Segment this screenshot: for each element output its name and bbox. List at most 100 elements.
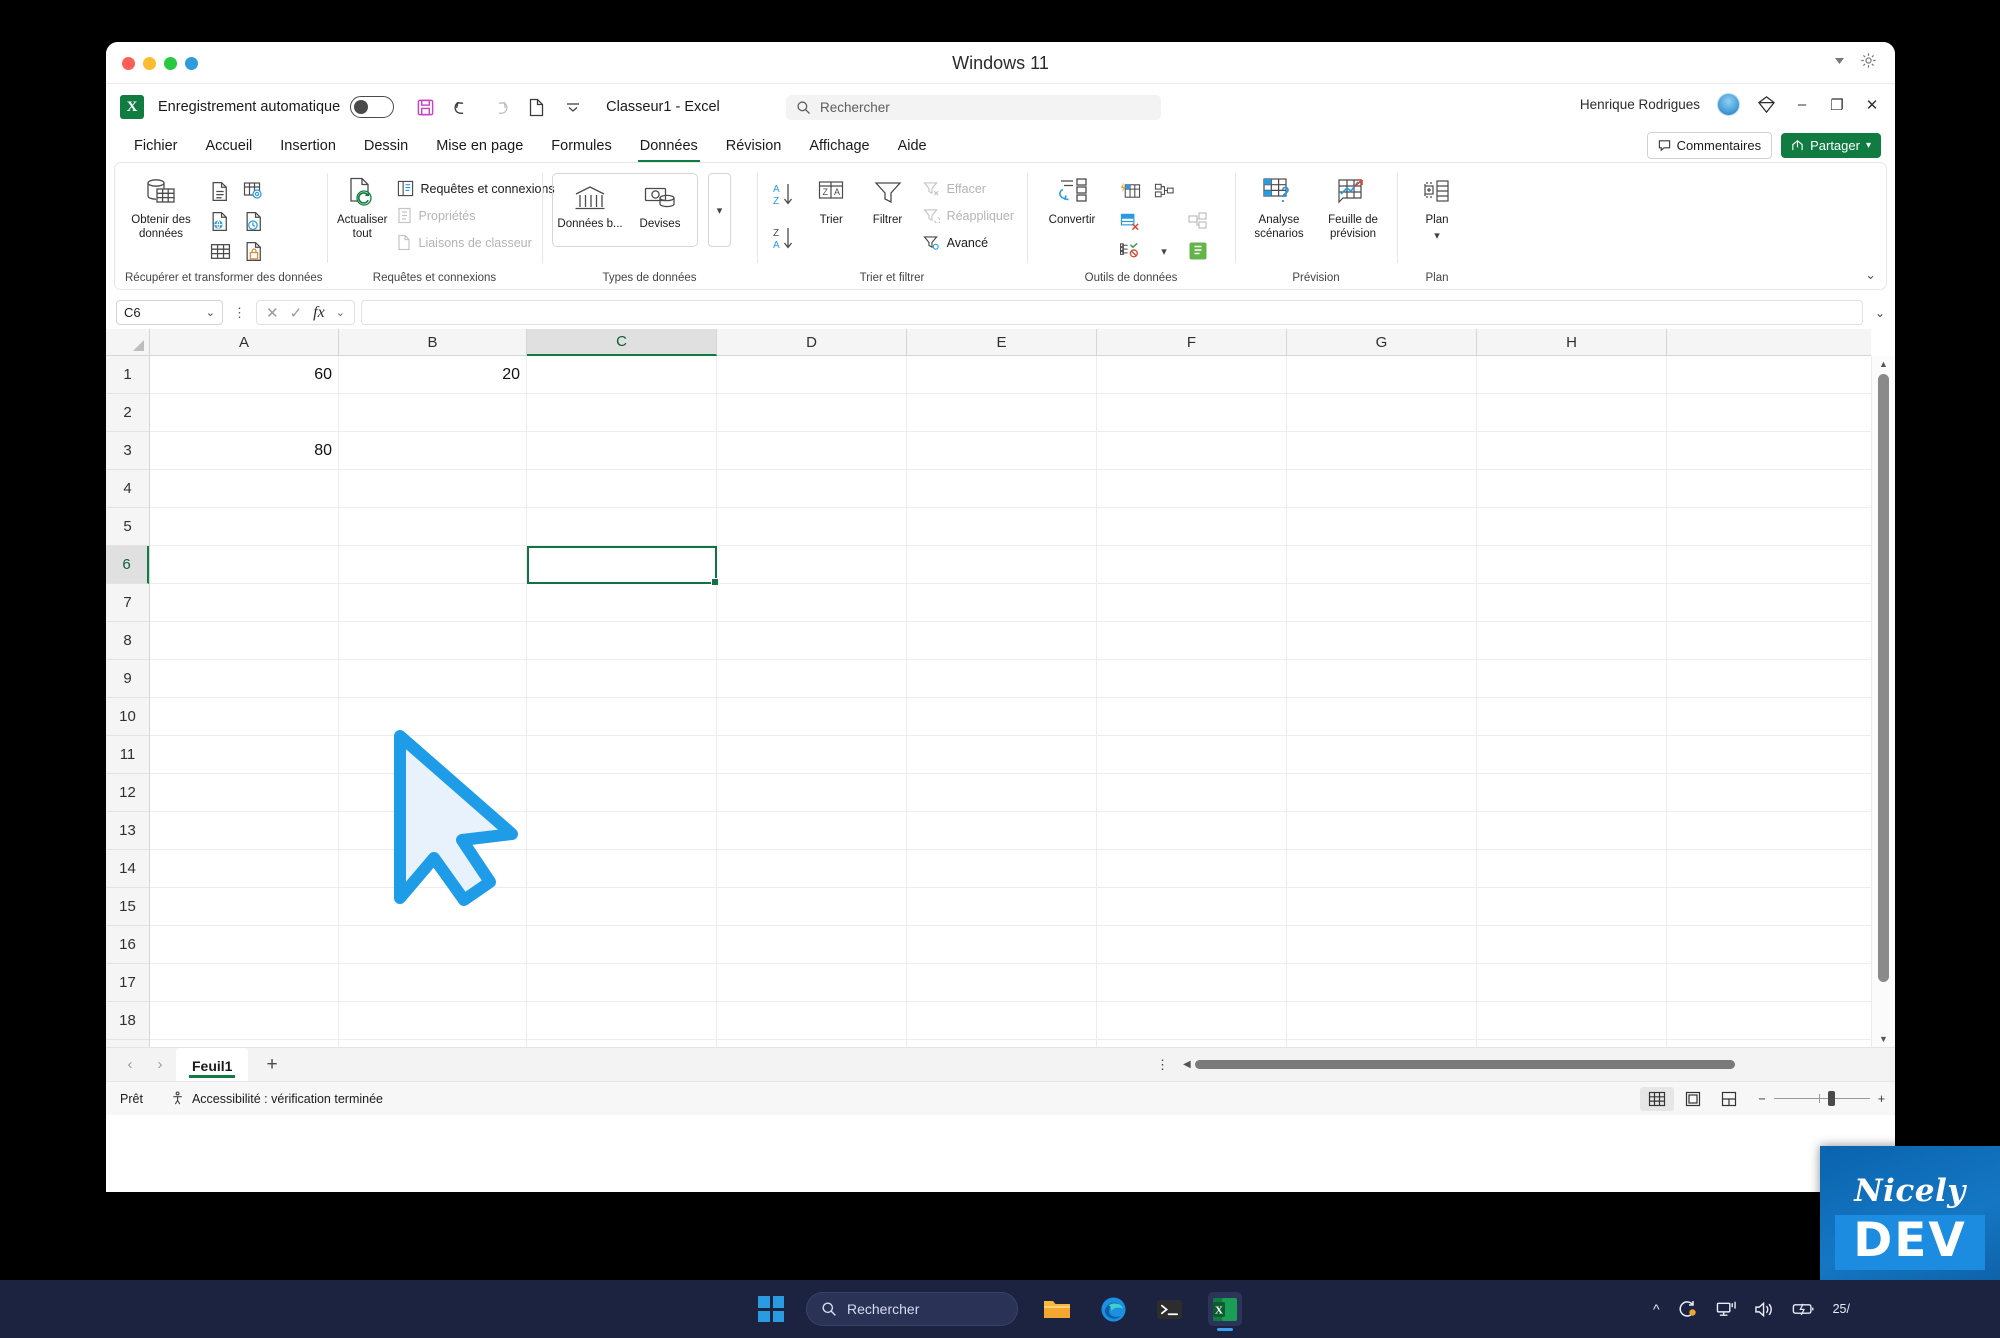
donnees-boursieres-button[interactable]: Données b... [555,174,625,230]
cell-F18[interactable] [1097,1002,1287,1039]
cell-B3[interactable] [339,432,527,469]
cell-B18[interactable] [339,1002,527,1039]
cell-H7[interactable] [1477,584,1667,621]
more-options-icon[interactable]: ⋮ [1146,1057,1179,1073]
cell-H12[interactable] [1477,774,1667,811]
page-break-icon[interactable] [1712,1087,1746,1111]
cell-B4[interactable] [339,470,527,507]
formula-input[interactable] [360,300,1863,325]
cell-A12[interactable] [150,774,339,811]
undo-icon[interactable] [451,96,473,118]
cell-D10[interactable] [717,698,907,735]
customize-qat-icon[interactable] [562,96,584,118]
analyse-scenarios-button[interactable]: Analyse scénarios [1245,168,1313,242]
tab-revision[interactable]: Révision [712,134,796,158]
cell-B19[interactable] [339,1040,527,1047]
cell-A14[interactable] [150,850,339,887]
cell-C12[interactable] [527,774,717,811]
column-header-c[interactable]: C [527,329,717,356]
remove-duplicates-icon[interactable] [1113,206,1147,236]
cell-A1[interactable]: 60 [150,356,339,393]
cell-B7[interactable] [339,584,527,621]
grid-body[interactable]: 60 20 80 [150,356,1871,1047]
row-header-7[interactable]: 7 [106,584,149,622]
feuille-de-prevision-button[interactable]: Feuille de prévision [1319,168,1387,242]
cell-E15[interactable] [907,888,1097,925]
chevron-right-icon[interactable]: › [146,1056,174,1073]
from-image-table-icon[interactable] [237,176,271,206]
cell-E4[interactable] [907,470,1097,507]
cell-C4[interactable] [527,470,717,507]
search-input[interactable]: Rechercher [786,95,1161,120]
normal-view-icon[interactable] [1640,1086,1675,1111]
trier-button[interactable]: Z A Trier [807,168,855,227]
cell-B15[interactable] [339,888,527,925]
cell-D11[interactable] [717,736,907,773]
cell-C7[interactable] [527,584,717,621]
cell-G18[interactable] [1287,1002,1477,1039]
cell-C17[interactable] [527,964,717,1001]
cell-C14[interactable] [527,850,717,887]
restore-button[interactable]: ❐ [1828,96,1846,114]
accessibility-status[interactable]: Accessibilité : vérification terminée [171,1091,383,1106]
cell-F11[interactable] [1097,736,1287,773]
cell-A19[interactable] [150,1040,339,1047]
file-explorer-icon[interactable] [1040,1292,1074,1326]
data-validation-dropdown-icon[interactable]: ▾ [1147,236,1181,266]
cell-E5[interactable] [907,508,1097,545]
cell-D2[interactable] [717,394,907,431]
cell-D4[interactable] [717,470,907,507]
cell-A7[interactable] [150,584,339,621]
plan-button[interactable]: Plan ▾ [1407,168,1467,244]
save-icon[interactable] [414,96,436,118]
cell-D5[interactable] [717,508,907,545]
cell-D7[interactable] [717,584,907,621]
taskbar-search-input[interactable]: Rechercher [806,1292,1018,1326]
chevron-down-icon[interactable]: ⌄ [206,306,215,319]
cell-G9[interactable] [1287,660,1477,697]
cell-G17[interactable] [1287,964,1477,1001]
cell-E10[interactable] [907,698,1097,735]
cell-H1[interactable] [1477,356,1667,393]
cell-B9[interactable] [339,660,527,697]
tab-donnees[interactable]: Données [626,134,712,162]
zoom-slider-thumb[interactable] [1828,1090,1836,1106]
cell-E11[interactable] [907,736,1097,773]
windows-start-button[interactable] [758,1296,784,1322]
cell-H16[interactable] [1477,926,1667,963]
cell-H6[interactable] [1477,546,1667,583]
tab-mise-en-page[interactable]: Mise en page [422,134,537,158]
comments-button[interactable]: Commentaires [1646,132,1773,159]
cell-H4[interactable] [1477,470,1667,507]
cell-C5[interactable] [527,508,717,545]
cell-A2[interactable] [150,394,339,431]
cell-D6[interactable] [717,546,907,583]
cell-B10[interactable] [339,698,527,735]
zoom-slider[interactable] [1773,1090,1870,1106]
row-header-2[interactable]: 2 [106,394,149,432]
cell-G13[interactable] [1287,812,1477,849]
page-layout-icon[interactable] [1676,1087,1710,1111]
cell-H2[interactable] [1477,394,1667,431]
expand-formula-bar-icon[interactable]: ⌄ [1869,306,1885,320]
cell-E3[interactable] [907,432,1097,469]
tab-insertion[interactable]: Insertion [266,134,350,158]
cell-F6[interactable] [1097,546,1287,583]
cell-E2[interactable] [907,394,1097,431]
cell-F1[interactable] [1097,356,1287,393]
column-header-h[interactable]: H [1477,329,1667,356]
cell-D13[interactable] [717,812,907,849]
cell-A13[interactable] [150,812,339,849]
tab-formules[interactable]: Formules [537,134,625,158]
cell-E1[interactable] [907,356,1097,393]
battery-icon[interactable] [1792,1301,1816,1317]
column-header-f[interactable]: F [1097,329,1287,356]
scroll-up-arrow-icon[interactable]: ▲ [1879,359,1888,369]
more-options-icon[interactable]: ⋮ [229,305,250,321]
cell-F19[interactable] [1097,1040,1287,1047]
cell-G16[interactable] [1287,926,1477,963]
data-validation-icon[interactable] [1113,236,1147,266]
row-header-14[interactable]: 14 [106,850,149,888]
cell-C19[interactable] [527,1040,717,1047]
cell-F9[interactable] [1097,660,1287,697]
